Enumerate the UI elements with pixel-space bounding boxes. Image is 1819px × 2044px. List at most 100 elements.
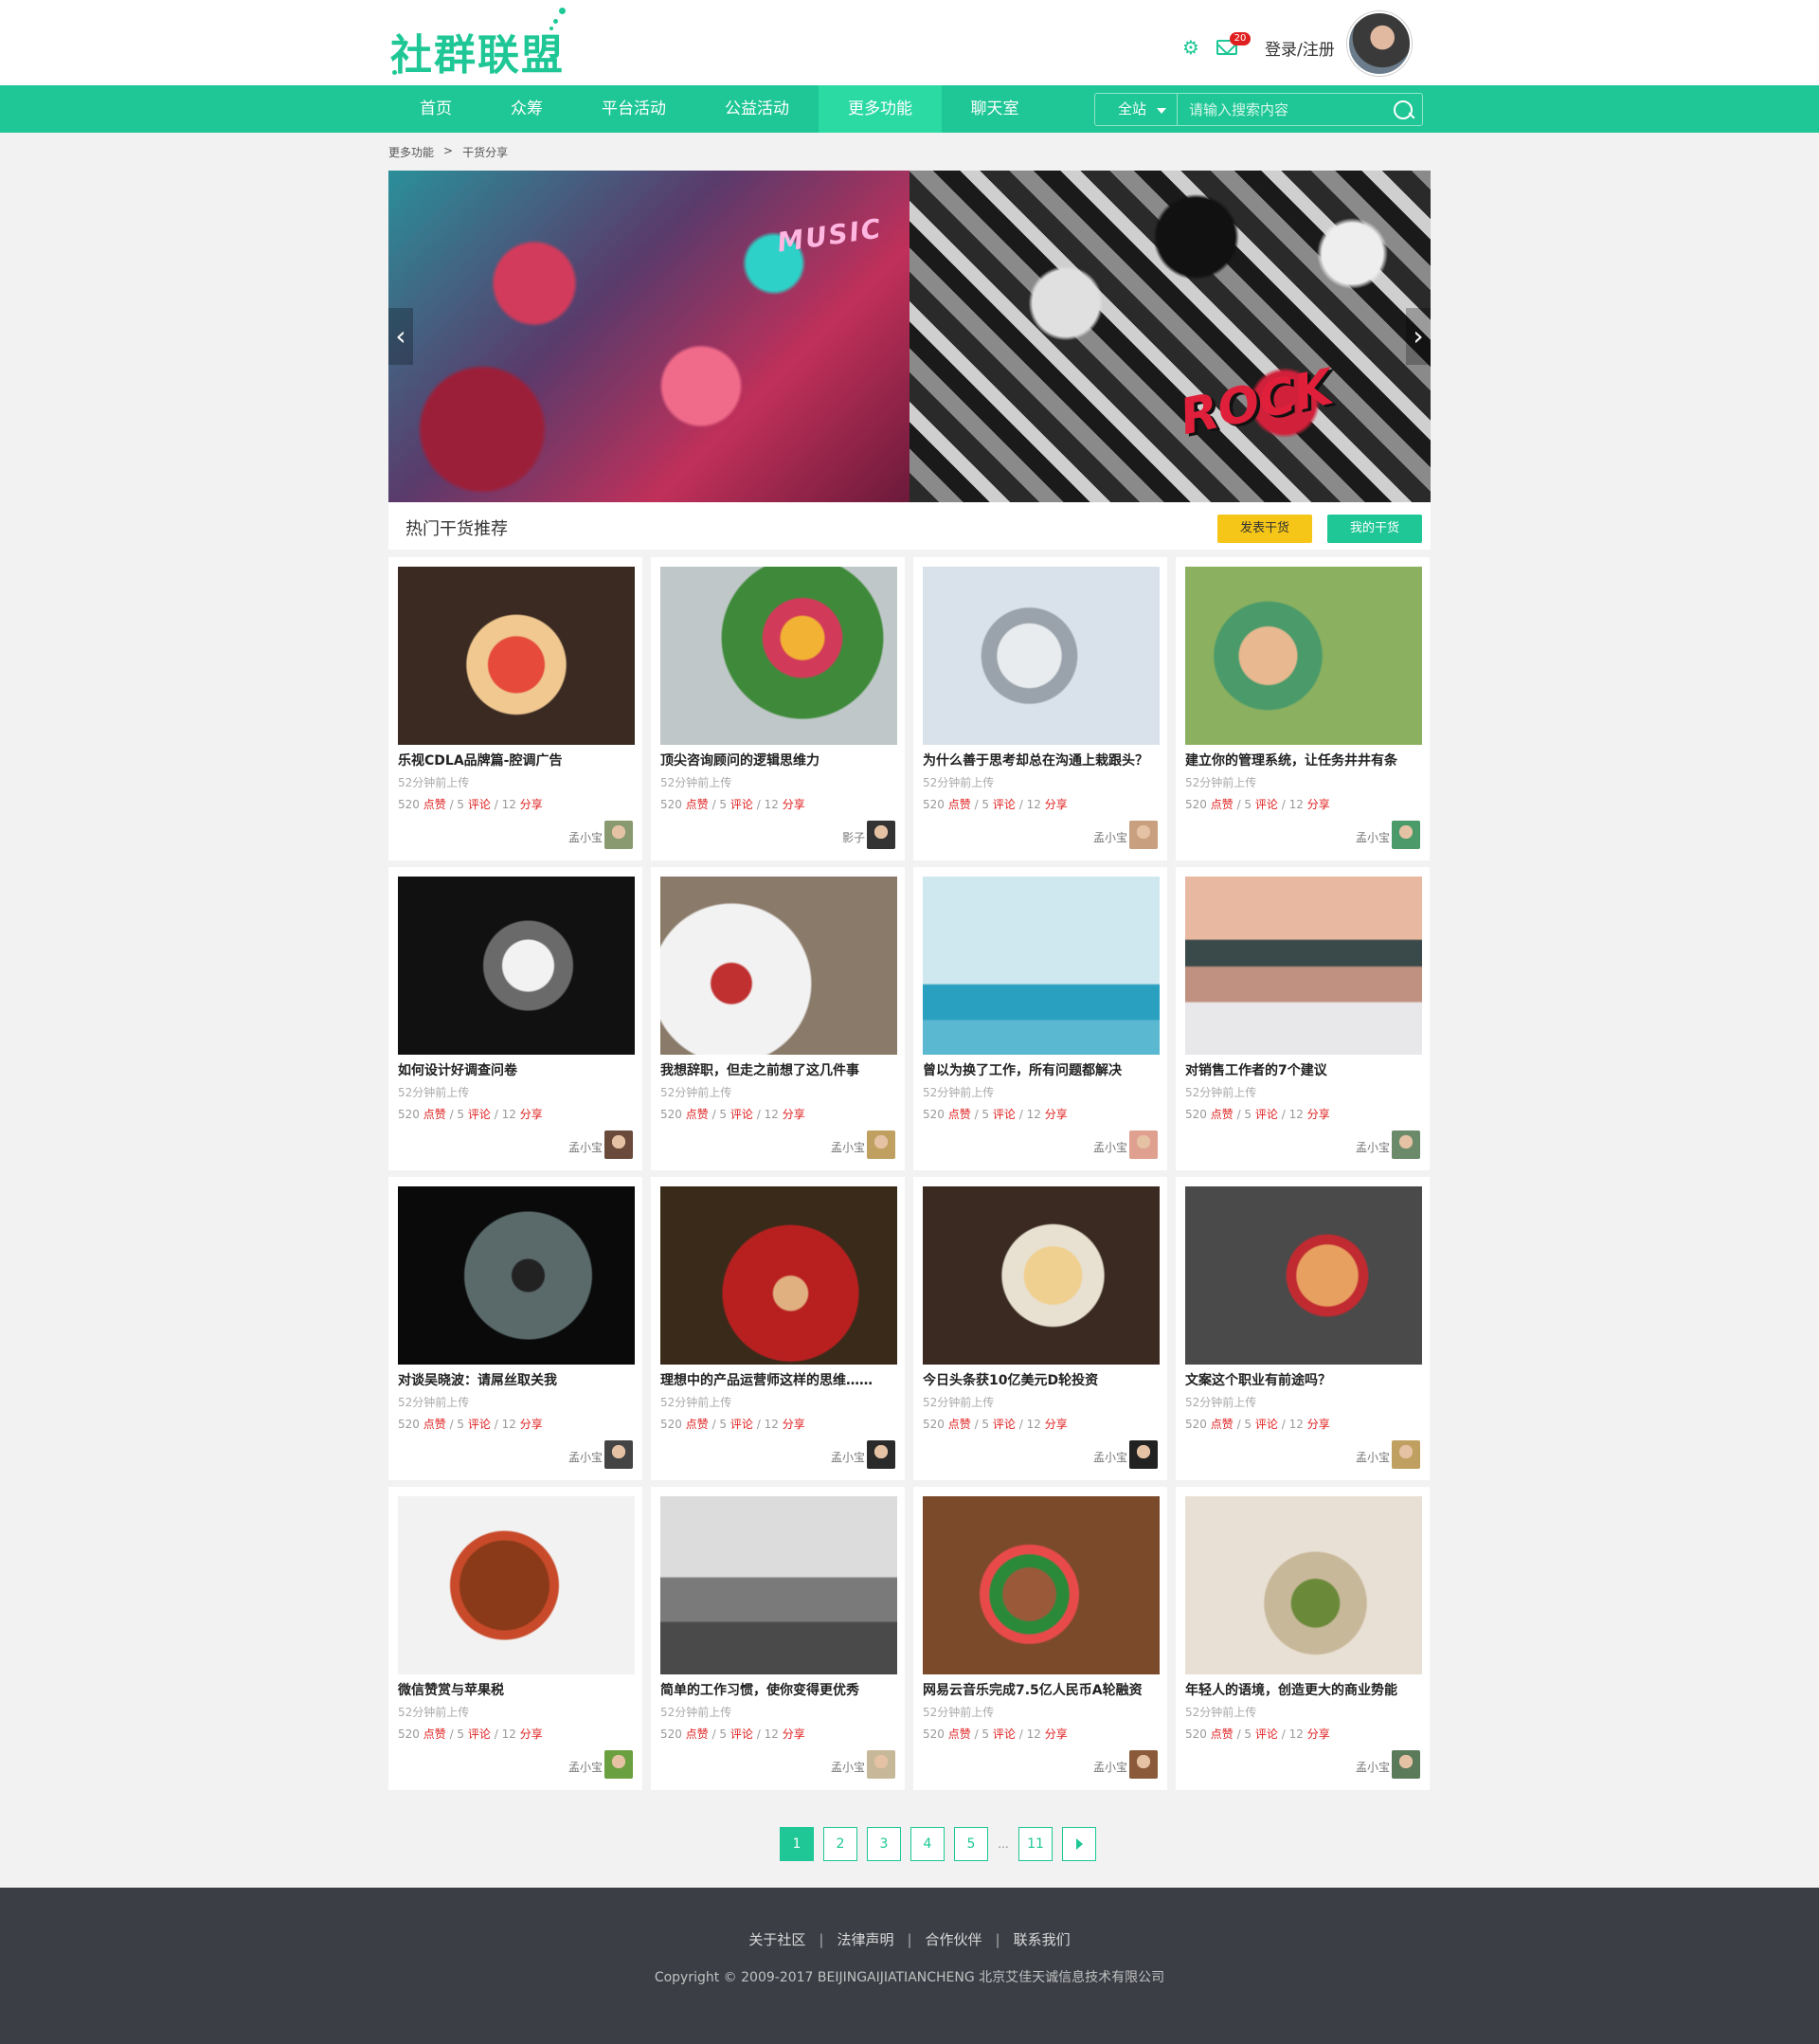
article-thumbnail[interactable]: [660, 1496, 897, 1674]
author-name[interactable]: 孟小宝: [1093, 829, 1127, 845]
share-button[interactable]: 分享: [1307, 1418, 1330, 1431]
article-card[interactable]: 简单的工作习惯，使你变得更优秀 52分钟前上传 520 点赞 / 5 评论 / 12…: [651, 1487, 905, 1790]
article-card[interactable]: 我想辞职，但走之前想了这几件事 52分钟前上传 520 点赞 / 5 评论 / 12…: [651, 867, 905, 1170]
comment-button[interactable]: 评论: [1255, 798, 1278, 811]
author-name[interactable]: 孟小宝: [1356, 1759, 1390, 1775]
article-card[interactable]: 理想中的产品运营师这样的思维…… 52分钟前上传 520 点赞 / 5 评论 / 1…: [651, 1177, 905, 1480]
page-button[interactable]: 4: [910, 1827, 945, 1861]
share-button[interactable]: 分享: [783, 1418, 805, 1431]
article-card[interactable]: 年轻人的语境，创造更大的商业势能 52分钟前上传 520 点赞 / 5 评论 / 1…: [1176, 1487, 1430, 1790]
next-page-button[interactable]: [1062, 1827, 1096, 1861]
comment-button[interactable]: 评论: [730, 1418, 753, 1431]
like-button[interactable]: 点赞: [686, 798, 709, 811]
author-name[interactable]: 影子: [842, 829, 865, 845]
like-button[interactable]: 点赞: [1211, 1108, 1234, 1121]
article-card[interactable]: 今日头条获10亿美元D轮投资 52分钟前上传 520 点赞 / 5 评论 / 12 …: [913, 1177, 1167, 1480]
banner-prev-arrow-icon[interactable]: ‹: [388, 308, 413, 365]
author-avatar[interactable]: [1392, 1131, 1420, 1159]
article-title[interactable]: 理想中的产品运营师这样的思维……: [660, 1370, 897, 1389]
share-button[interactable]: 分享: [1045, 798, 1068, 811]
article-thumbnail[interactable]: [1185, 1186, 1422, 1365]
share-button[interactable]: 分享: [1307, 798, 1330, 811]
article-title[interactable]: 为什么善于思考却总在沟通上栽跟头？: [923, 751, 1160, 769]
like-button[interactable]: 点赞: [1211, 1727, 1234, 1741]
author-avatar[interactable]: [867, 1131, 895, 1159]
article-thumbnail[interactable]: [1185, 567, 1422, 745]
share-button[interactable]: 分享: [1307, 1727, 1330, 1741]
article-title[interactable]: 简单的工作习惯，使你变得更优秀: [660, 1680, 897, 1699]
author-avatar[interactable]: [604, 821, 633, 849]
author-name[interactable]: 孟小宝: [1093, 1759, 1127, 1775]
nav-item-charity-activities[interactable]: 公益活动: [695, 85, 819, 133]
share-button[interactable]: 分享: [1045, 1418, 1068, 1431]
page-button[interactable]: 5: [954, 1827, 988, 1861]
comment-button[interactable]: 评论: [1255, 1418, 1278, 1431]
comment-button[interactable]: 评论: [468, 1727, 491, 1741]
like-button[interactable]: 点赞: [686, 1418, 709, 1431]
publish-button[interactable]: 发表干货: [1217, 515, 1312, 543]
footer-link-about[interactable]: 关于社区: [748, 1931, 805, 1948]
author-name[interactable]: 孟小宝: [1093, 1139, 1127, 1155]
comment-button[interactable]: 评论: [468, 1418, 491, 1431]
like-button[interactable]: 点赞: [423, 798, 446, 811]
article-card[interactable]: 乐视CDLA品牌篇-腔调广告 52分钟前上传 520 点赞 / 5 评论 / 12 …: [388, 557, 642, 860]
author-avatar[interactable]: [1392, 1440, 1420, 1469]
author-avatar[interactable]: [1392, 821, 1420, 849]
article-thumbnail[interactable]: [923, 567, 1160, 745]
article-thumbnail[interactable]: [398, 567, 635, 745]
comment-button[interactable]: 评论: [468, 798, 491, 811]
share-button[interactable]: 分享: [1045, 1108, 1068, 1121]
author-avatar[interactable]: [1129, 1440, 1158, 1469]
like-button[interactable]: 点赞: [1211, 798, 1234, 811]
share-button[interactable]: 分享: [520, 1108, 543, 1121]
article-card[interactable]: 曾以为换了工作，所有问题都解决 52分钟前上传 520 点赞 / 5 评论 / 12…: [913, 867, 1167, 1170]
page-button[interactable]: 2: [823, 1827, 857, 1861]
author-avatar[interactable]: [604, 1440, 633, 1469]
article-title[interactable]: 对销售工作者的7个建议: [1185, 1060, 1422, 1079]
author-name[interactable]: 孟小宝: [1356, 1449, 1390, 1465]
article-title[interactable]: 顶尖咨询顾问的逻辑思维力: [660, 751, 897, 769]
article-title[interactable]: 曾以为换了工作，所有问题都解决: [923, 1060, 1160, 1079]
article-title[interactable]: 对谈吴晓波：请屌丝取关我: [398, 1370, 635, 1389]
article-thumbnail[interactable]: [923, 877, 1160, 1055]
my-items-button[interactable]: 我的干货: [1327, 515, 1422, 543]
share-button[interactable]: 分享: [1307, 1108, 1330, 1121]
share-button[interactable]: 分享: [520, 1727, 543, 1741]
search-scope-dropdown[interactable]: 全站: [1095, 94, 1178, 125]
like-button[interactable]: 点赞: [423, 1108, 446, 1121]
article-thumbnail[interactable]: [660, 1186, 897, 1365]
user-avatar[interactable]: [1347, 11, 1412, 76]
author-avatar[interactable]: [867, 821, 895, 849]
nav-item-chatroom[interactable]: 聊天室: [942, 85, 1048, 133]
article-card[interactable]: 对谈吴晓波：请屌丝取关我 52分钟前上传 520 点赞 / 5 评论 / 12 分享…: [388, 1177, 642, 1480]
author-avatar[interactable]: [1129, 821, 1158, 849]
article-title[interactable]: 文案这个职业有前途吗？: [1185, 1370, 1422, 1389]
footer-link-legal[interactable]: 法律声明: [837, 1931, 893, 1948]
article-title[interactable]: 乐视CDLA品牌篇-腔调广告: [398, 751, 635, 769]
article-thumbnail[interactable]: [660, 877, 897, 1055]
author-avatar[interactable]: [1392, 1750, 1420, 1779]
footer-link-partners[interactable]: 合作伙伴: [926, 1931, 982, 1948]
share-button[interactable]: 分享: [1045, 1727, 1068, 1741]
author-name[interactable]: 孟小宝: [568, 1449, 603, 1465]
comment-button[interactable]: 评论: [730, 1108, 753, 1121]
article-card[interactable]: 为什么善于思考却总在沟通上栽跟头？ 52分钟前上传 520 点赞 / 5 评论 / …: [913, 557, 1167, 860]
comment-button[interactable]: 评论: [993, 1727, 1016, 1741]
article-title[interactable]: 网易云音乐完成7.5亿人民币A轮融资: [923, 1680, 1160, 1699]
share-button[interactable]: 分享: [783, 798, 805, 811]
article-thumbnail[interactable]: [398, 1496, 635, 1674]
article-card[interactable]: 文案这个职业有前途吗？ 52分钟前上传 520 点赞 / 5 评论 / 12 分享孟…: [1176, 1177, 1430, 1480]
author-name[interactable]: 孟小宝: [568, 1139, 603, 1155]
gear-icon[interactable]: ⚙: [1182, 38, 1201, 57]
author-name[interactable]: 孟小宝: [831, 1449, 865, 1465]
like-button[interactable]: 点赞: [948, 798, 971, 811]
comment-button[interactable]: 评论: [730, 798, 753, 811]
login-register-link[interactable]: 登录/注册: [1265, 36, 1335, 60]
article-thumbnail[interactable]: [1185, 1496, 1422, 1674]
like-button[interactable]: 点赞: [686, 1727, 709, 1741]
article-thumbnail[interactable]: [923, 1496, 1160, 1674]
author-name[interactable]: 孟小宝: [831, 1759, 865, 1775]
article-title[interactable]: 我想辞职，但走之前想了这几件事: [660, 1060, 897, 1079]
author-avatar[interactable]: [1129, 1750, 1158, 1779]
footer-link-contact[interactable]: 联系我们: [1014, 1931, 1071, 1948]
